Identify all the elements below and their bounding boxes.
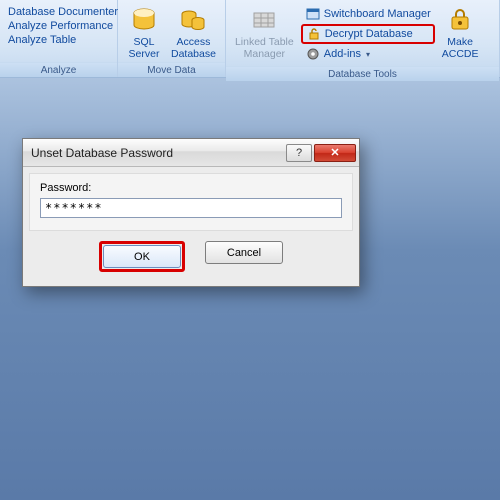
linked-table-label: Linked Table Manager (235, 36, 294, 60)
analyze-performance[interactable]: Analyze Performance (6, 20, 120, 32)
password-label: Password: (40, 182, 342, 194)
decrypt-label: Decrypt Database (325, 28, 413, 40)
group-label-database-tools: Database Tools (226, 66, 499, 81)
analyze-table[interactable]: Analyze Table (6, 34, 120, 46)
ribbon: Database Documenter Analyze Performance … (0, 0, 500, 78)
make-accde-button[interactable]: Make ACCDE (437, 2, 484, 60)
dialog-button-row: OK Cancel (23, 237, 359, 286)
make-accde-label: Make ACCDE (442, 36, 479, 60)
group-label-move-data: Move Data (118, 62, 225, 77)
help-icon: ? (296, 147, 302, 159)
linked-table-icon (249, 5, 279, 35)
access-database-button[interactable]: Access Database (166, 2, 221, 60)
switchboard-icon (305, 6, 321, 22)
dialog-body: Password: (29, 173, 353, 231)
dialog-title: Unset Database Password (31, 146, 286, 160)
group-label-analyze: Analyze (0, 62, 117, 77)
cancel-button[interactable]: Cancel (205, 241, 283, 264)
ok-highlight: OK (99, 241, 185, 272)
addins-button[interactable]: Add-ins ▾ (301, 45, 435, 63)
sql-server-label: SQL Server (129, 36, 160, 60)
sql-server-icon (129, 5, 159, 35)
ribbon-group-move-data: SQL Server Access Database Move Data (118, 0, 226, 77)
make-accde-icon (445, 5, 475, 35)
dialog-titlebar[interactable]: Unset Database Password ? ✕ (23, 139, 359, 167)
decrypt-database-button[interactable]: Decrypt Database (301, 24, 435, 44)
ok-button[interactable]: OK (103, 245, 181, 268)
unset-password-dialog: Unset Database Password ? ✕ Password: OK… (22, 138, 360, 287)
password-input[interactable] (40, 198, 342, 218)
ribbon-group-database-tools: Linked Table Manager Switchboard Manager… (226, 0, 500, 77)
addins-dropdown-icon: ▾ (366, 50, 370, 59)
analyze-documenter[interactable]: Database Documenter (6, 6, 120, 18)
close-icon: ✕ (330, 146, 339, 159)
dialog-close-button[interactable]: ✕ (314, 144, 356, 162)
switchboard-label: Switchboard Manager (324, 8, 431, 20)
ribbon-group-analyze: Database Documenter Analyze Performance … (0, 0, 118, 77)
linked-table-manager-button: Linked Table Manager (230, 2, 299, 60)
addins-label: Add-ins (324, 48, 361, 60)
switchboard-manager-button[interactable]: Switchboard Manager (301, 5, 435, 23)
access-database-label: Access Database (171, 36, 216, 60)
dialog-help-button[interactable]: ? (286, 144, 312, 162)
sql-server-button[interactable]: SQL Server (122, 2, 166, 60)
addins-icon (305, 46, 321, 62)
access-database-icon (178, 5, 208, 35)
decrypt-icon (306, 26, 322, 42)
